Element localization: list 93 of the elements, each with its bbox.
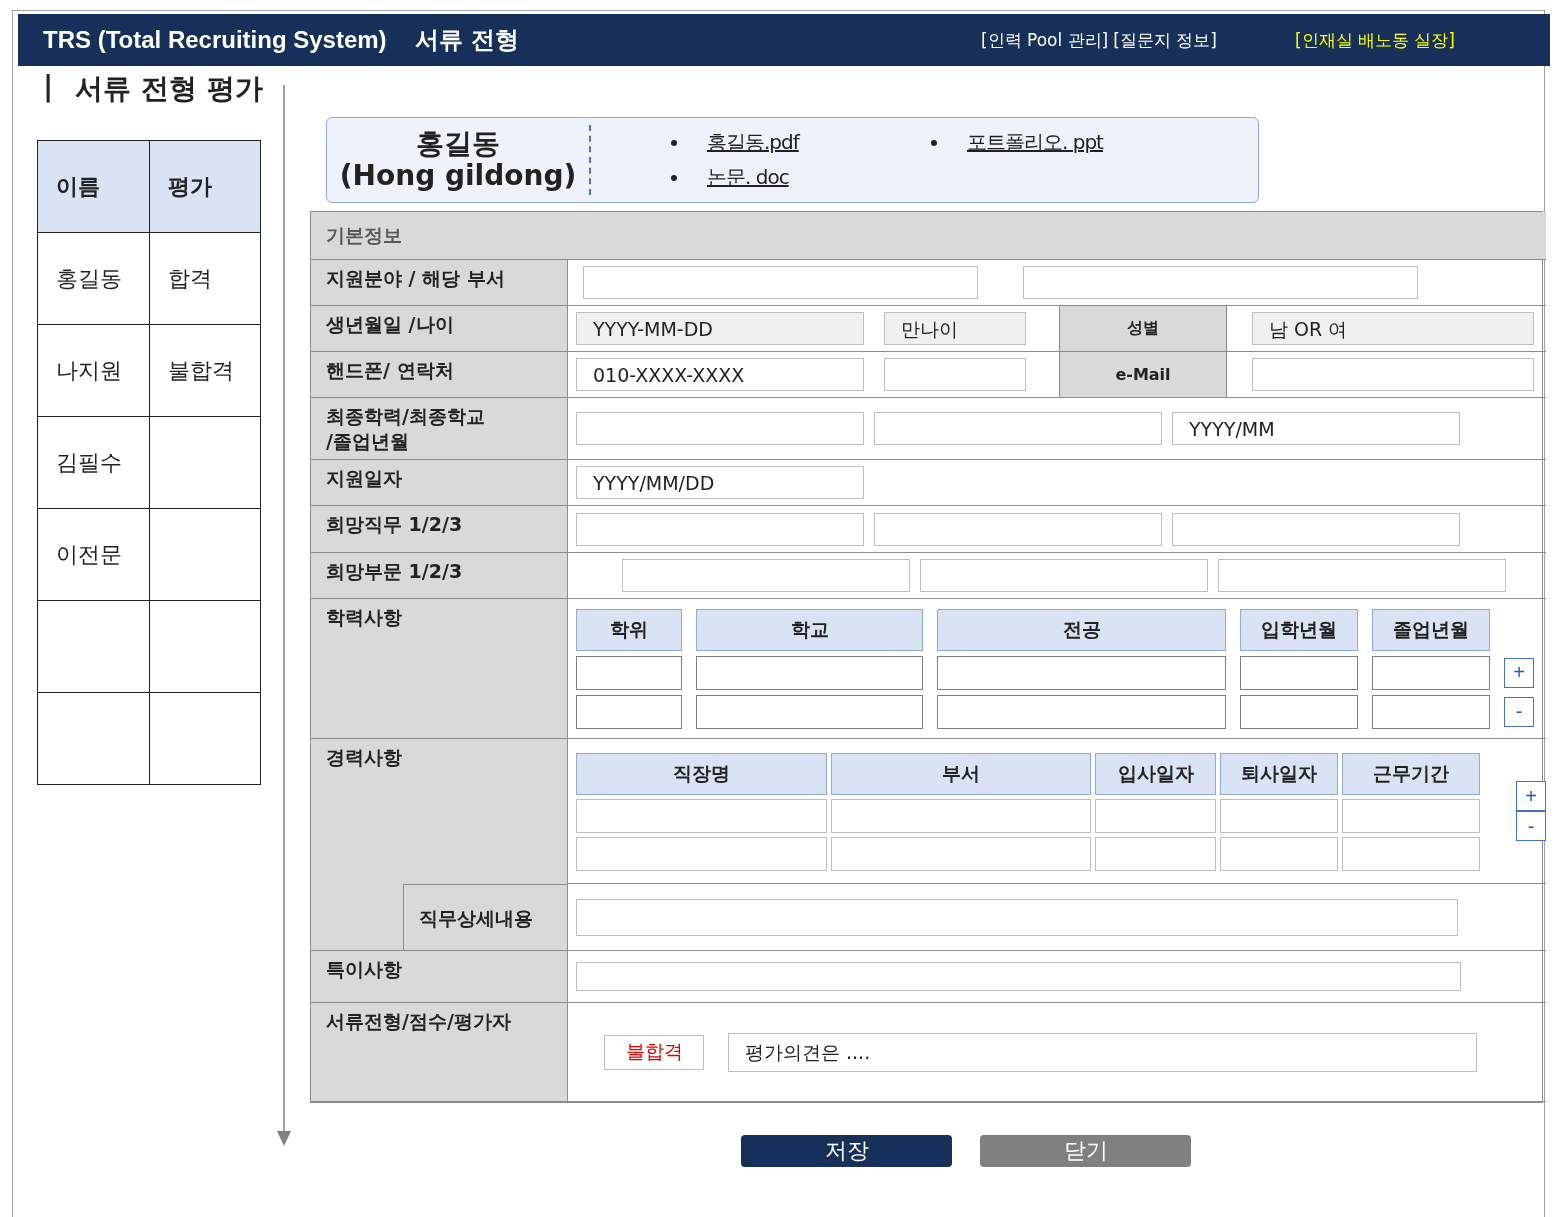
user-info: [인재실 배노동 실장]	[1294, 28, 1455, 52]
file-link[interactable]: 논문. doc	[707, 164, 789, 191]
input-field[interactable]	[1240, 694, 1358, 729]
save-button[interactable]: 저장	[741, 1135, 952, 1168]
input-field[interactable]	[1372, 694, 1490, 729]
field-label: e-Mail	[1059, 352, 1227, 397]
input-field[interactable]: YYYY/MM	[1172, 412, 1460, 446]
bullet-icon	[931, 139, 937, 146]
input-field[interactable]	[1023, 266, 1418, 299]
evaluation-result: 불합격	[167, 357, 234, 383]
bullet-icon	[671, 174, 677, 181]
input-field[interactable]	[576, 837, 827, 872]
evaluation-result: 합격	[167, 265, 212, 291]
input-field[interactable]	[831, 837, 1091, 872]
input-field[interactable]	[1220, 799, 1338, 834]
input-field[interactable]	[1372, 655, 1490, 690]
column-header: 입학년월	[1240, 608, 1358, 651]
input-field[interactable]	[696, 655, 923, 690]
input-field[interactable]	[831, 799, 1091, 834]
candidate-name[interactable]: 이전문	[56, 541, 122, 567]
row-label: 지원일자	[311, 460, 568, 507]
input-field[interactable]	[1095, 837, 1216, 872]
input-field[interactable]	[1240, 655, 1358, 690]
input-field[interactable]	[622, 559, 910, 593]
input-field[interactable]	[1342, 837, 1480, 872]
row-label: 지원분야 / 해당 부서	[311, 260, 568, 306]
input-field[interactable]	[576, 898, 1458, 936]
remove-button[interactable]: -	[1516, 811, 1546, 842]
row-label: 서류전형/점수/평가자	[311, 1003, 568, 1103]
title-bar-mark: |	[43, 70, 54, 105]
input-field[interactable]	[937, 655, 1226, 690]
column-header: 전공	[937, 608, 1226, 651]
input-field[interactable]	[1252, 358, 1534, 391]
bullet-icon	[671, 139, 677, 146]
row-label: 학력사항	[311, 599, 568, 740]
file-link[interactable]: 포트폴리오. ppt	[967, 129, 1103, 156]
header-link[interactable]: [인력 Pool 관리]	[981, 28, 1109, 52]
row-label: 생년월일 /나이	[311, 306, 568, 352]
app-title: TRS (Total Recruiting System)	[43, 26, 387, 54]
row-label: 핸드폰/ 연락처	[311, 352, 568, 398]
applicant-name-english: (Hong gildong)	[339, 160, 577, 193]
input-field[interactable]	[576, 694, 682, 729]
add-button[interactable]: +	[1516, 781, 1546, 812]
row-label: 희망직무 1/2/3	[311, 506, 568, 554]
close-button[interactable]: 닫기	[980, 1135, 1191, 1168]
header-link[interactable]: [질문지 정보]	[1113, 28, 1217, 52]
row-label: 직무상세내용	[403, 884, 568, 952]
candidate-name[interactable]: 김필수	[56, 449, 122, 475]
input-field[interactable]	[1342, 799, 1480, 834]
input-field[interactable]	[937, 694, 1226, 729]
input-field[interactable]	[1220, 837, 1338, 872]
column-header: 졸업년월	[1372, 608, 1490, 651]
column-header: 퇴사일자	[1220, 753, 1338, 796]
file-link[interactable]: 홍길동.pdf	[707, 129, 799, 156]
candidate-name[interactable]: 나지원	[56, 357, 122, 383]
column-header: 이름	[37, 140, 149, 233]
input-field[interactable]	[576, 655, 682, 690]
input-field[interactable]	[1095, 799, 1216, 834]
input-field[interactable]	[874, 412, 1162, 446]
column-header: 학교	[696, 608, 923, 651]
candidate-name[interactable]: 홍길동	[56, 265, 122, 291]
input-field[interactable]	[583, 266, 978, 299]
column-header: 입사일자	[1095, 753, 1216, 796]
screen-title: 서류 전형	[414, 25, 519, 56]
input-field[interactable]	[884, 358, 1026, 391]
applicant-name: 홍길동	[416, 127, 500, 160]
input-field[interactable]	[874, 512, 1162, 546]
input-field[interactable]	[696, 694, 923, 729]
input-field[interactable]: YYYY/MM/DD	[576, 466, 864, 500]
input-field[interactable]	[576, 962, 1461, 992]
comment-field[interactable]: 평가의견은 ....	[728, 1032, 1477, 1072]
column-header: 직장명	[576, 753, 827, 796]
column-header: 부서	[831, 753, 1091, 796]
column-header: 근무기간	[1342, 753, 1480, 796]
remove-button[interactable]: -	[1504, 696, 1534, 727]
input-field[interactable]	[1172, 512, 1460, 546]
row-label: 희망부문 1/2/3	[311, 553, 568, 600]
row-label: 최종학력/최종학교 /졸업년월	[311, 398, 568, 461]
input-field[interactable]	[576, 512, 864, 546]
add-button[interactable]: +	[1504, 657, 1534, 688]
column-header: 학위	[576, 608, 682, 651]
page-title: 서류 전형 평가	[75, 71, 263, 107]
input-field[interactable]	[576, 799, 827, 834]
row-label: 특이사항	[311, 951, 568, 1004]
section-header: 기본정보	[311, 212, 1546, 260]
input-field[interactable]	[576, 412, 864, 446]
result-field[interactable]: 불합격	[604, 1034, 704, 1070]
input-field[interactable]	[1218, 559, 1506, 593]
input-field[interactable]	[920, 559, 1208, 593]
row-label: 경력사항	[311, 739, 568, 885]
column-header: 평가	[149, 140, 261, 233]
input-field[interactable]: 010-XXXX-XXXX	[576, 358, 864, 391]
field-label: 성별	[1059, 306, 1227, 351]
